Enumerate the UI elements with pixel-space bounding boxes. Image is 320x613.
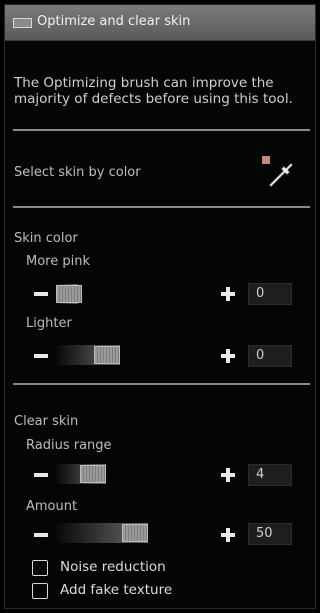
panel-grip-icon[interactable] bbox=[13, 18, 32, 28]
noise-reduction-label[interactable]: Noise reduction bbox=[60, 559, 166, 575]
more-pink-label: More pink bbox=[26, 254, 90, 269]
radius-range-slider-track[interactable] bbox=[56, 464, 106, 484]
skin-color-picker[interactable] bbox=[262, 156, 296, 190]
amount-value[interactable]: 50 bbox=[248, 523, 292, 545]
more-pink-slider-track[interactable] bbox=[56, 284, 82, 304]
amount-label: Amount bbox=[26, 499, 78, 514]
lighter-slider-track[interactable] bbox=[56, 345, 120, 365]
optimize-clear-skin-panel: Optimize and clear skin The Optimizing b… bbox=[4, 4, 316, 609]
radius-range-decrease-button[interactable] bbox=[32, 466, 50, 484]
more-pink-value[interactable]: 0 bbox=[248, 283, 292, 305]
more-pink-slider-thumb[interactable] bbox=[56, 285, 82, 303]
more-pink-decrease-button[interactable] bbox=[32, 285, 50, 303]
radius-range-increase-button[interactable] bbox=[219, 466, 237, 484]
eyedropper-icon[interactable] bbox=[262, 156, 296, 190]
select-skin-label: Select skin by color bbox=[14, 165, 141, 180]
radius-range-label: Radius range bbox=[26, 438, 112, 453]
add-fake-texture-checkbox[interactable] bbox=[32, 583, 48, 599]
panel-title: Optimize and clear skin bbox=[37, 14, 191, 29]
divider bbox=[13, 206, 310, 208]
radius-range-slider-thumb[interactable] bbox=[80, 465, 106, 483]
lighter-decrease-button[interactable] bbox=[32, 347, 50, 365]
tool-description: The Optimizing brush can improve the maj… bbox=[14, 75, 293, 107]
more-pink-increase-button[interactable] bbox=[219, 285, 237, 303]
noise-reduction-checkbox[interactable] bbox=[32, 560, 48, 576]
amount-slider-track[interactable] bbox=[56, 523, 148, 543]
add-fake-texture-label[interactable]: Add fake texture bbox=[60, 582, 172, 598]
lighter-increase-button[interactable] bbox=[219, 347, 237, 365]
amount-decrease-button[interactable] bbox=[32, 526, 50, 544]
lighter-slider-thumb[interactable] bbox=[94, 346, 120, 364]
divider bbox=[13, 383, 310, 385]
skin-color-heading: Skin color bbox=[14, 231, 78, 246]
divider bbox=[13, 129, 310, 131]
clear-skin-heading: Clear skin bbox=[14, 414, 79, 429]
panel-titlebar[interactable]: Optimize and clear skin bbox=[5, 5, 315, 41]
lighter-value[interactable]: 0 bbox=[248, 345, 292, 367]
amount-increase-button[interactable] bbox=[219, 526, 237, 544]
lighter-label: Lighter bbox=[26, 316, 72, 331]
radius-range-value[interactable]: 4 bbox=[248, 464, 292, 486]
amount-slider-thumb[interactable] bbox=[122, 524, 148, 542]
